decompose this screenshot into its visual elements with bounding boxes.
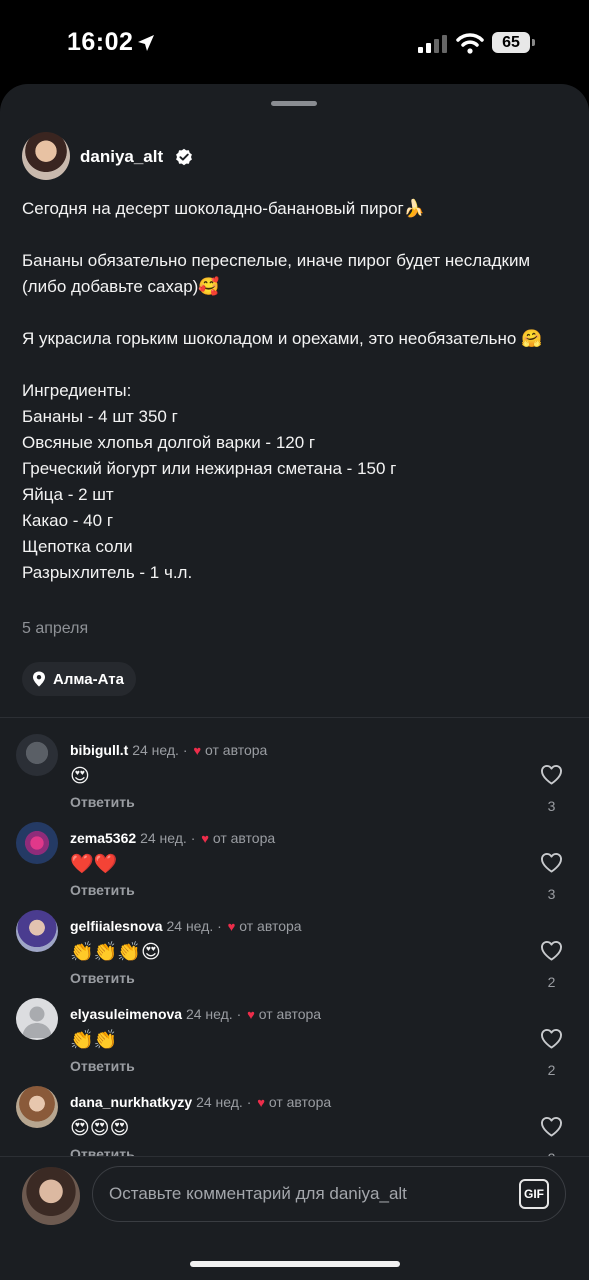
caption-line: Разрыхлитель - 1 ч.л. [22, 563, 193, 582]
comment-item: bibigull.t 24 нед. · ♥ от автора 😍 Ответ… [0, 734, 589, 822]
commenter-username[interactable]: gelfiialesnova [70, 918, 163, 934]
default-avatar-icon [22, 1006, 52, 1038]
like-heart-icon[interactable] [540, 764, 563, 785]
liked-by-author-label: от автора [239, 918, 302, 934]
status-time: 16:02 [67, 28, 134, 56]
wifi-icon [456, 33, 484, 54]
like-heart-icon[interactable] [540, 852, 563, 873]
liked-by-author-label: от автора [268, 1094, 332, 1110]
comment-time: 24 нед. [166, 918, 214, 934]
liked-by-author-label: от автора [205, 742, 268, 758]
author-username[interactable]: daniya_alt [80, 147, 163, 167]
commenter-avatar[interactable] [16, 822, 58, 864]
comment-composer: Оставьте комментарий для daniya_alt GIF [0, 1156, 589, 1280]
caption-line: Какао - 40 г [22, 511, 114, 530]
comment-text: 😍 [70, 766, 90, 787]
caption-line: Ингредиенты: [22, 381, 132, 400]
status-bar: 16:02 65 [0, 0, 589, 85]
reply-button[interactable]: Ответить [70, 970, 135, 986]
commenter-avatar[interactable] [16, 1086, 58, 1128]
divider [0, 717, 589, 718]
cellular-signal-icon [418, 35, 447, 53]
caption-line: Щепотка соли [22, 537, 133, 556]
author-liked-heart-icon: ♥ [227, 919, 236, 934]
comment-item: elyasuleimenova 24 нед. · ♥ от автора 👏👏… [0, 998, 589, 1086]
caption-line: Бананы - 4 шт 350 г [22, 407, 178, 426]
comment-input-placeholder: Оставьте комментарий для daniya_alt [109, 1184, 407, 1203]
commenter-username[interactable]: bibigull.t [70, 742, 128, 758]
commenter-username[interactable]: dana_nurkhatkyzy [70, 1094, 192, 1110]
caption-line: Бананы обязательно переспелые, иначе пир… [22, 251, 531, 296]
comment-item: gelfiialesnova 24 нед. · ♥ от автора 👏👏👏… [0, 910, 589, 998]
location-arrow-icon [138, 35, 154, 51]
liked-by-author-label: от автора [212, 830, 276, 846]
caption-line: Овсяные хлопья долгой варки - 120 г [22, 433, 316, 452]
comment-time: 24 нед. [132, 742, 179, 758]
battery-icon: 65 [492, 32, 536, 53]
commenter-username[interactable]: elyasuleimenova [70, 1006, 182, 1022]
author-liked-heart-icon: ♥ [193, 743, 202, 758]
comment-item: zema5362 24 нед. · ♥ от автора ❤️❤️ Отве… [0, 822, 589, 910]
author-avatar[interactable] [22, 132, 70, 180]
reply-button[interactable]: Ответить [70, 1058, 135, 1074]
gif-button[interactable]: GIF [519, 1179, 549, 1209]
caption-line: Греческий йогурт или нежирная сметана - … [22, 459, 397, 478]
author-liked-heart-icon: ♥ [257, 1095, 265, 1110]
location-chip[interactable]: Алма-Ата [22, 662, 136, 696]
like-count: 2 [547, 974, 556, 990]
like-heart-icon[interactable] [540, 1028, 563, 1049]
caption-line: Сегодня на десерт шоколадно-банановый пи… [22, 199, 425, 218]
comment-text: 👏👏 [70, 1030, 118, 1051]
post-date: 5 апреля [22, 620, 89, 637]
post-caption: Сегодня на десерт шоколадно-банановый пи… [22, 196, 567, 586]
comment-time: 24 нед. [185, 1006, 233, 1022]
location-pin-icon [33, 671, 45, 687]
liked-by-author-label: от автора [258, 1006, 322, 1022]
sheet-grabber[interactable] [271, 101, 317, 106]
comment-time: 24 нед. [140, 830, 187, 846]
like-heart-icon[interactable] [540, 1116, 563, 1137]
comment-input[interactable]: Оставьте комментарий для daniya_alt GIF [92, 1166, 566, 1222]
comment-text: ❤️❤️ [70, 854, 118, 875]
author-liked-heart-icon: ♥ [201, 831, 209, 846]
comment-text: 😍😍😍 [70, 1118, 130, 1139]
battery-level: 65 [492, 32, 530, 53]
commenter-avatar[interactable] [16, 998, 58, 1040]
comment-time: 24 нед. [196, 1094, 243, 1110]
like-count: 3 [547, 798, 556, 814]
comments-sheet: daniya_alt Сегодня на десерт шоколадно-б… [0, 84, 589, 1280]
verified-badge-icon [176, 148, 192, 166]
commenter-avatar[interactable] [16, 734, 58, 776]
caption-line: Я украсила горьким шоколадом и орехами, … [22, 329, 543, 348]
reply-button[interactable]: Ответить [70, 882, 135, 898]
my-avatar [22, 1167, 80, 1225]
like-count: 3 [547, 886, 556, 902]
commenter-avatar[interactable] [16, 910, 58, 952]
home-indicator [190, 1261, 400, 1267]
location-label: Алма-Ата [53, 670, 124, 688]
comment-text: 👏👏👏😍 [70, 942, 161, 963]
caption-line: Яйца - 2 шт [22, 485, 114, 504]
commenter-username[interactable]: zema5362 [70, 830, 136, 846]
reply-button[interactable]: Ответить [70, 794, 135, 810]
like-count: 2 [547, 1062, 556, 1078]
like-heart-icon[interactable] [540, 940, 563, 961]
author-liked-heart-icon: ♥ [247, 1007, 255, 1022]
